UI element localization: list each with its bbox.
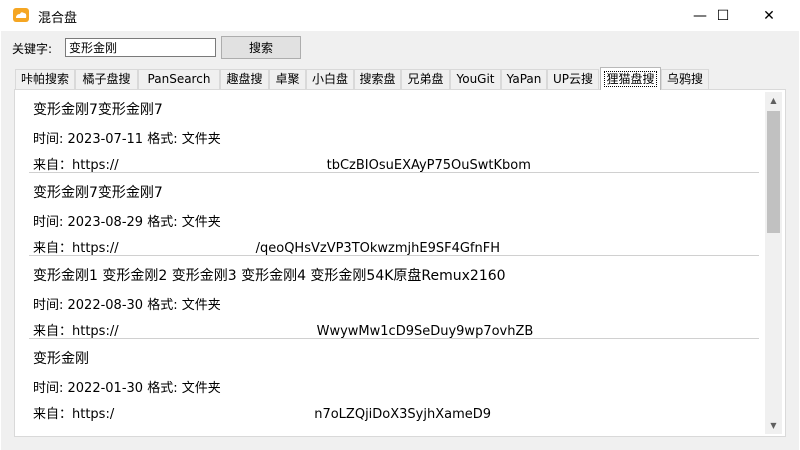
- close-button[interactable]: ✕: [746, 0, 792, 31]
- tab-pansearch[interactable]: PanSearch: [138, 69, 220, 89]
- cloud-icon: [13, 8, 29, 22]
- result-item[interactable]: 变形金刚7变形金刚7 时间: 2023-07-11 格式: 文件夹 来自：htt…: [29, 90, 759, 173]
- result-source-suffix: tbCzBIOsuEXAyP75OuSwtKbom: [326, 158, 531, 173]
- tab-qupan[interactable]: 趣盘搜: [220, 69, 269, 89]
- scrollbar-thumb[interactable]: [767, 111, 780, 233]
- tab-limao[interactable]: 狸猫盘搜: [600, 67, 661, 90]
- maximize-icon: ☐: [716, 7, 730, 24]
- keyword-input[interactable]: [65, 38, 216, 57]
- close-icon: ✕: [763, 7, 775, 24]
- result-item[interactable]: 变形金刚1 变形金刚2 变形金刚3 变形金刚4 变形金刚54K原盘Remux21…: [29, 256, 759, 339]
- search-button[interactable]: 搜索: [221, 36, 301, 59]
- vertical-scrollbar[interactable]: ▲ ▼: [765, 92, 782, 434]
- result-meta: 时间: 2023-08-29 格式: 文件夹: [33, 215, 221, 230]
- keyword-label: 关键字:: [12, 42, 53, 56]
- result-source-suffix: n7oLZQjiDoX3SyjhXameD9: [314, 407, 492, 422]
- tab-wuya[interactable]: 乌鸦搜: [661, 69, 709, 89]
- maximize-button[interactable]: ☐: [700, 0, 746, 31]
- result-source-prefix: 来自：https://: [33, 324, 119, 339]
- result-source[interactable]: 来自：https:/ n7oLZQjiDoX3SyjhXameD9: [33, 403, 491, 422]
- title-bar[interactable]: 混合盘 — ☐ ✕: [0, 0, 800, 31]
- result-source-suffix: /qeoQHsVzVP3TOkwzmjhE9SF4GfnFH: [255, 241, 500, 256]
- window-title: 混合盘: [38, 11, 78, 26]
- result-meta: 时间: 2023-07-11 格式: 文件夹: [33, 132, 221, 147]
- result-title: 变形金刚7变形金刚7: [33, 102, 163, 118]
- tab-yougit[interactable]: YouGit: [450, 69, 501, 89]
- result-source-prefix: 来自：https://: [33, 241, 119, 256]
- results-list[interactable]: 变形金刚7变形金刚7 时间: 2023-07-11 格式: 文件夹 来自：htt…: [29, 90, 759, 436]
- result-meta: 时间: 2022-08-30 格式: 文件夹: [33, 298, 221, 313]
- result-source-suffix: WwywMw1cD9SeDuy9wp7ovhZB: [316, 324, 534, 339]
- result-source-prefix: 来自：https:/: [33, 407, 115, 422]
- tab-kapa[interactable]: 咔帕搜索: [15, 69, 75, 89]
- tab-xiongdi[interactable]: 兄弟盘: [401, 69, 450, 89]
- tab-juzi[interactable]: 橘子盘搜: [75, 69, 138, 89]
- tab-upyun[interactable]: UP云搜: [547, 69, 599, 89]
- scroll-down-icon[interactable]: ▼: [765, 417, 782, 434]
- result-title: 变形金刚: [33, 351, 89, 367]
- tab-xiaobai[interactable]: 小白盘: [306, 69, 354, 89]
- tab-sousuopan[interactable]: 搜索盘: [354, 69, 401, 89]
- result-source[interactable]: 来自：https:// WwywMw1cD9SeDuy9wp7ovhZB: [33, 320, 533, 339]
- tab-zhuoju[interactable]: 卓聚: [269, 69, 306, 89]
- results-panel: 变形金刚7变形金刚7 时间: 2023-07-11 格式: 文件夹 来自：htt…: [14, 89, 786, 437]
- result-source[interactable]: 来自：https:// /qeoQHsVzVP3TOkwzmjhE9SF4GfnF…: [33, 237, 500, 256]
- scroll-up-icon[interactable]: ▲: [765, 92, 782, 109]
- result-source[interactable]: 来自：https:// tbCzBIOsuEXAyP75OuSwtKbom: [33, 154, 531, 173]
- tab-yapan[interactable]: YaPan: [501, 69, 547, 89]
- result-meta: 时间: 2022-01-30 格式: 文件夹: [33, 381, 221, 396]
- result-title: 变形金刚1 变形金刚2 变形金刚3 变形金刚4 变形金刚54K原盘Remux21…: [33, 268, 506, 284]
- result-item[interactable]: 变形金刚7变形金刚7 时间: 2023-08-29 格式: 文件夹 来自：htt…: [29, 173, 759, 256]
- result-source-prefix: 来自：https://: [33, 158, 119, 173]
- result-title: 变形金刚7变形金刚7: [33, 185, 163, 201]
- result-item[interactable]: 变形金刚 时间: 2022-01-30 格式: 文件夹 来自：https:/ n7…: [29, 339, 759, 422]
